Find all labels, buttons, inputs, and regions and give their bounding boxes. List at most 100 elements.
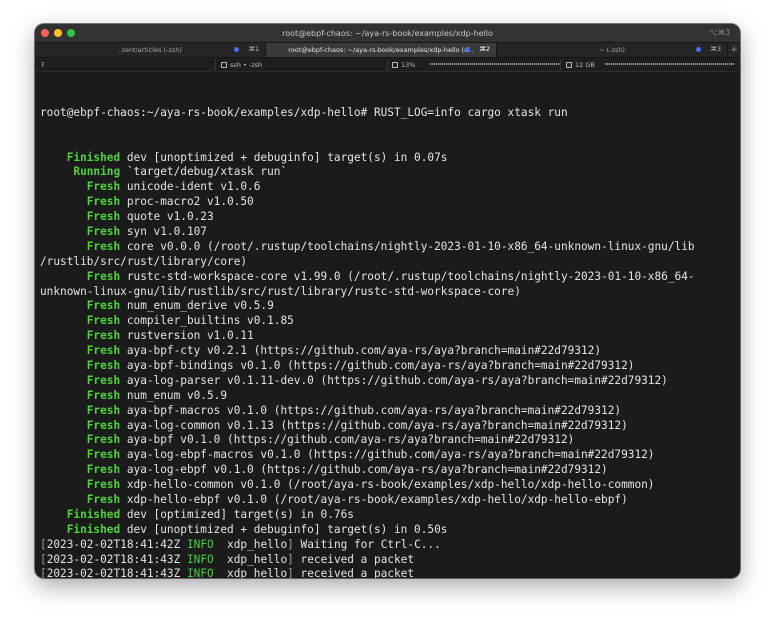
- cargo-status: Finished: [40, 522, 121, 536]
- output-line: Fresh aya-log-ebpf v0.1.0 (https://githu…: [40, 463, 740, 478]
- output-line: Fresh num_enum_derive v0.5.9: [40, 299, 740, 314]
- output-line: Finished dev [unoptimized + debuginfo] t…: [40, 151, 740, 166]
- user-indicator: ʔ: [41, 60, 45, 69]
- session-label: ssh • -zsh: [230, 60, 263, 69]
- tab-3[interactable]: ~ (-zsh) ⌘3: [497, 43, 728, 57]
- output-text: dev [optimized] target(s) in 0.76s: [120, 507, 354, 521]
- cargo-status: Fresh: [40, 463, 121, 477]
- output-line: Fresh core v0.0.0 (/root/.rustup/toolcha…: [40, 240, 740, 255]
- output-line: Finished dev [unoptimized + debuginfo] t…: [40, 523, 740, 538]
- log-timestamp: 2023-02-02T18:41:43Z: [46, 552, 181, 566]
- output-text: quote v1.0.23: [120, 210, 214, 224]
- zoom-button[interactable]: [67, 29, 75, 37]
- output-text: unicode-ident v1.0.6: [120, 180, 261, 194]
- output-line: Fresh aya-bpf-bindings v0.1.0 (https://g…: [40, 359, 740, 374]
- close-button[interactable]: [41, 29, 49, 37]
- cargo-status: Fresh: [40, 269, 121, 283]
- tab-activity-dot: [696, 47, 701, 52]
- output-text: num_enum v0.5.9: [120, 388, 228, 402]
- output-line: Fresh aya-log-common v0.1.13 (https://gi…: [40, 419, 740, 434]
- output-line: Fresh rustversion v1.0.11: [40, 329, 740, 344]
- cargo-status: Fresh: [40, 418, 121, 432]
- output-line: Fresh xdp-hello-common v0.1.0 (/root/aya…: [40, 478, 740, 493]
- output-text: core v0.0.0 (/root/.rustup/toolchains/ni…: [120, 239, 695, 253]
- output-text: xdp-hello-ebpf v0.1.0 (/root/aya-rs-book…: [120, 493, 628, 506]
- status-cpu: 13%: [392, 58, 415, 71]
- cargo-status: Fresh: [40, 403, 121, 417]
- cargo-status: Fresh: [40, 299, 121, 313]
- tab-bar: ..tent/articles (-zsh) ⌘1 root@ebpf-chaos:…: [35, 42, 740, 58]
- prompt-line: root@ebpf-chaos:~/aya-rs-book/examples/x…: [40, 106, 740, 121]
- cargo-status: Finished: [40, 507, 121, 521]
- output-text: aya-bpf v0.1.0 (https://github.com/aya-r…: [120, 433, 575, 447]
- terminal-window: root@ebpf-chaos: ~/aya-rs-book/examples/…: [35, 24, 740, 578]
- status-user: ʔ: [41, 58, 44, 71]
- cargo-status: Fresh: [40, 358, 121, 372]
- cpu-value: 13%: [401, 60, 416, 69]
- terminal-icon: [221, 61, 227, 68]
- output-text: aya-bpf-macros v0.1.0 (https://github.co…: [120, 403, 622, 417]
- cargo-status: Fresh: [40, 478, 121, 492]
- tab-shortcut: ⌘1: [248, 45, 259, 53]
- cargo-status: Fresh: [40, 314, 121, 328]
- memory-graph: [605, 63, 735, 65]
- tab-label: ~ (-zsh): [599, 46, 625, 54]
- tab-shortcut: ⌘2: [479, 45, 490, 53]
- output-line: Fresh aya-bpf-cty v0.2.1 (https://github…: [40, 344, 740, 359]
- log-line: [2023-02-02T18:41:43Z INFO xdp_hello] re…: [40, 567, 740, 578]
- minimize-button[interactable]: [54, 29, 62, 37]
- output-text: aya-log-common v0.1.13 (https://github.c…: [120, 418, 628, 432]
- cargo-status: Fresh: [40, 433, 121, 447]
- tab-1[interactable]: ..tent/articles (-zsh) ⌘1: [35, 43, 266, 57]
- log-line: [2023-02-02T18:41:42Z INFO xdp_hello] Wa…: [40, 537, 441, 551]
- tab-2[interactable]: root@ebpf-chaos: ~/aya-rs-book/examples/…: [266, 43, 497, 57]
- output-text: xdp-hello-common v0.1.0 (/root/aya-rs-bo…: [120, 478, 655, 492]
- output-line: /rustlib/src/rust/library/core): [40, 255, 740, 270]
- output-text: aya-bpf-cty v0.2.1 (https://github.com/a…: [120, 344, 602, 358]
- log-module: xdp_hello: [227, 567, 288, 578]
- cargo-status: Fresh: [40, 373, 121, 387]
- output-text: `target/debug/xtask run`: [120, 165, 288, 179]
- cargo-status: Fresh: [40, 224, 121, 238]
- log-timestamp: 2023-02-02T18:41:42Z: [46, 537, 181, 551]
- terminal-output[interactable]: root@ebpf-chaos:~/aya-rs-book/examples/x…: [35, 72, 740, 578]
- log-level: INFO: [186, 537, 214, 551]
- status-bar: ʔ ssh • -zsh 13% 12 GB: [35, 58, 740, 72]
- output-line: Fresh aya-bpf v0.1.0 (https://github.com…: [40, 433, 740, 448]
- output-text: aya-log-ebpf v0.1.0 (https://github.com/…: [120, 463, 608, 477]
- output-line: Fresh xdp-hello-ebpf v0.1.0 (/root/aya-r…: [40, 493, 740, 508]
- log-timestamp: 2023-02-02T18:41:43Z: [46, 567, 181, 578]
- status-session: ssh • -zsh: [221, 58, 262, 71]
- status-memory: 12 GB: [566, 58, 595, 71]
- output-line: Fresh num_enum v0.5.9: [40, 389, 740, 404]
- shell-command: RUST_LOG=info cargo xtask run: [373, 105, 568, 119]
- output-line: Fresh unicode-ident v1.0.6: [40, 180, 740, 195]
- output-line: Fresh aya-log-parser v0.1.11-dev.0 (http…: [40, 374, 740, 389]
- new-tab-button[interactable]: +: [728, 43, 740, 57]
- output-line: Fresh quote v1.0.23: [40, 210, 740, 225]
- memory-value: 12 GB: [575, 60, 595, 69]
- output-text: aya-bpf-bindings v0.1.0 (https://github.…: [120, 358, 635, 372]
- output-text: dev [unoptimized + debuginfo] target(s) …: [120, 150, 448, 164]
- cargo-status: Fresh: [40, 388, 121, 402]
- output-line: Fresh compiler_builtins v0.1.85: [40, 314, 740, 329]
- tab-label: ..tent/articles (-zsh): [118, 46, 182, 54]
- output-text: num_enum_derive v0.5.9: [120, 299, 274, 313]
- output-text: dev [unoptimized + debuginfo] target(s) …: [120, 522, 448, 536]
- output-text: compiler_builtins v0.1.85: [120, 314, 294, 328]
- output-line: Fresh aya-bpf-macros v0.1.0 (https://git…: [40, 404, 740, 419]
- cargo-status: Fresh: [40, 329, 121, 343]
- cpu-graph: [430, 63, 560, 65]
- memory-icon: [566, 61, 572, 68]
- output-text: syn v1.0.107: [120, 224, 207, 238]
- cargo-status: Fresh: [40, 344, 121, 358]
- output-line: Fresh syn v1.0.107: [40, 225, 740, 240]
- output-line: Running `target/debug/xtask run`: [40, 165, 740, 180]
- log-message: received a packet: [300, 567, 415, 578]
- cargo-status: Fresh: [40, 239, 121, 253]
- window-title: root@ebpf-chaos: ~/aya-rs-book/examples/…: [282, 28, 493, 38]
- cpu-icon: [392, 61, 398, 68]
- output-line: Fresh rustc-std-workspace-core v1.99.0 (…: [40, 270, 740, 285]
- tab-shortcut: ⌘3: [710, 45, 721, 53]
- output-text: rustc-std-workspace-core v1.99.0 (/root/…: [120, 269, 695, 283]
